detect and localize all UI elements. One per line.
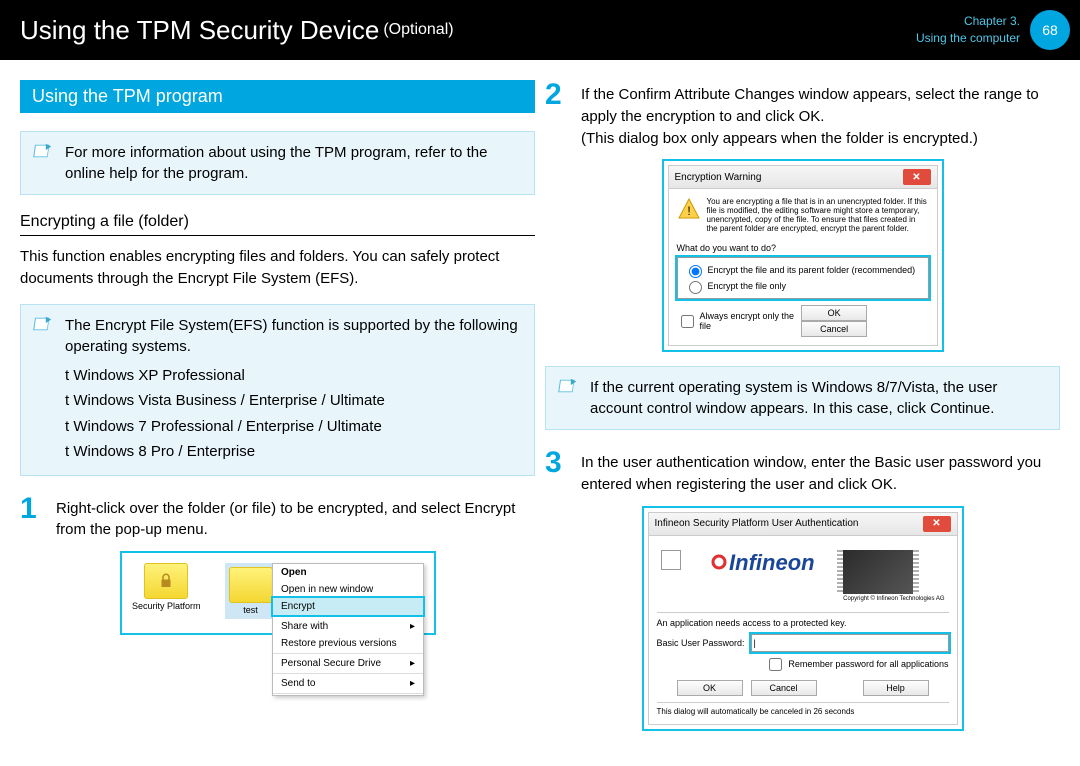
page-title: Using the TPM Security Device — [20, 15, 379, 46]
context-menu: Open Open in new window Encrypt Share wi… — [272, 563, 424, 696]
ok-button[interactable]: OK — [801, 305, 867, 321]
right-column: 2 If the Conﬁrm Attribute Changes window… — [545, 80, 1070, 745]
tpm-chip-icon — [843, 550, 913, 594]
password-input[interactable] — [751, 634, 949, 652]
copyright-text: Copyright © Infineon Technologies AG — [843, 596, 944, 602]
dialog-title: Encryption Warning — [675, 172, 762, 183]
folder-item-selected: test — [225, 563, 277, 619]
infineon-logo: Infineon — [709, 550, 815, 575]
left-column: Using the TPM program For more informati… — [20, 80, 545, 745]
step-3: 3 In the user authentication window, ent… — [545, 448, 1060, 496]
os-item: t Windows 8 Pro / Enterprise — [65, 439, 524, 465]
auth-message: An application needs access to a protect… — [657, 618, 949, 628]
intro-text: This function enables encrypting ﬁles an… — [20, 246, 535, 290]
chapter-info: Chapter 3. Using the computer 68 — [916, 0, 1070, 60]
menu-send-to[interactable]: Send to▸ — [273, 675, 423, 692]
auth-dialog: Infineon Security Platform User Authenti… — [642, 506, 964, 732]
info-note-text: For more information about using the TPM… — [65, 144, 487, 182]
menu-open-new-window[interactable]: Open in new window — [273, 581, 423, 598]
encryption-warning-dialog: Encryption Warning ✕ ! You are encryptin… — [662, 159, 944, 352]
radio-encrypt-parent[interactable]: Encrypt the file and its parent folder (… — [684, 262, 922, 278]
info-note-efs: The Encrypt File System(EFS) function is… — [20, 304, 535, 476]
step-1: 1 Right-click over the folder (or ﬁle) t… — [20, 494, 535, 542]
info-note-uac: If the current operating system is Windo… — [545, 366, 1060, 430]
page-header: Using the TPM Security Device (Optional)… — [0, 0, 1080, 60]
menu-restore-versions[interactable]: Restore previous versions — [273, 635, 423, 652]
step-number: 2 — [545, 80, 581, 149]
tpm-shield-icon — [661, 550, 681, 570]
info-note-text: If the current operating system is Windo… — [590, 379, 997, 417]
auth-footer: This dialog will automatically be cancel… — [657, 707, 949, 716]
note-icon — [33, 315, 55, 333]
note-icon — [558, 377, 580, 395]
step-note: (This dialog box only appears when the f… — [581, 130, 978, 147]
folder-item: Security Platform — [132, 563, 201, 619]
os-item: t Windows Vista Business / Enterprise / … — [65, 388, 524, 414]
menu-encrypt[interactable]: Encrypt — [273, 598, 423, 615]
close-icon[interactable]: ✕ — [923, 516, 951, 532]
step-number: 1 — [20, 494, 56, 542]
step-text: If the Conﬁrm Attribute Changes window a… — [581, 86, 1039, 125]
warning-question: What do you want to do? — [677, 243, 929, 253]
close-icon[interactable]: ✕ — [903, 169, 931, 185]
dialog-title: Infineon Security Platform User Authenti… — [655, 518, 859, 529]
subheading: Encrypting a ﬁle (folder) — [20, 213, 535, 231]
step-text: In the user authentication window, enter… — [581, 448, 1060, 496]
chapter-line2: Using the computer — [916, 30, 1020, 47]
cancel-button[interactable]: Cancel — [751, 680, 817, 696]
step-text: Right-click over the folder (or ﬁle) to … — [56, 494, 535, 542]
help-button[interactable]: Help — [863, 680, 929, 696]
chapter-line1: Chapter 3. — [916, 13, 1020, 30]
cancel-button[interactable]: Cancel — [801, 321, 867, 337]
warning-message: You are encrypting a file that is in an … — [707, 197, 929, 233]
os-item: t Windows 7 Professional / Enterprise / … — [65, 414, 524, 440]
menu-personal-secure-drive[interactable]: Personal Secure Drive▸ — [273, 655, 423, 672]
section-title: Using the TPM program — [20, 80, 535, 113]
info-note-lead: The Encrypt File System(EFS) function is… — [65, 315, 524, 357]
svg-text:!: ! — [687, 204, 690, 218]
menu-share-with[interactable]: Share with▸ — [273, 618, 423, 635]
warning-icon: ! — [677, 197, 701, 221]
divider — [20, 235, 535, 236]
ok-button[interactable]: OK — [677, 680, 743, 696]
os-item: t Windows XP Professional — [65, 363, 524, 389]
note-icon — [33, 142, 55, 160]
menu-open[interactable]: Open — [273, 564, 423, 581]
context-menu-screenshot: Security Platform test Open Open in new … — [120, 551, 436, 635]
folder-label: test — [243, 605, 258, 615]
page-subtitle: (Optional) — [383, 21, 453, 39]
checkbox-always-encrypt[interactable]: Always encrypt only the file — [677, 311, 802, 331]
page-number-badge: 68 — [1030, 10, 1070, 50]
folder-label: Security Platform — [132, 601, 201, 611]
step-number: 3 — [545, 448, 581, 496]
password-label: Basic User Password: — [657, 638, 745, 648]
checkbox-remember-password[interactable]: Remember password for all applications — [657, 655, 949, 674]
step-2: 2 If the Conﬁrm Attribute Changes window… — [545, 80, 1060, 149]
info-note-tpm-help: For more information about using the TPM… — [20, 131, 535, 195]
radio-encrypt-file-only[interactable]: Encrypt the file only — [684, 278, 922, 294]
